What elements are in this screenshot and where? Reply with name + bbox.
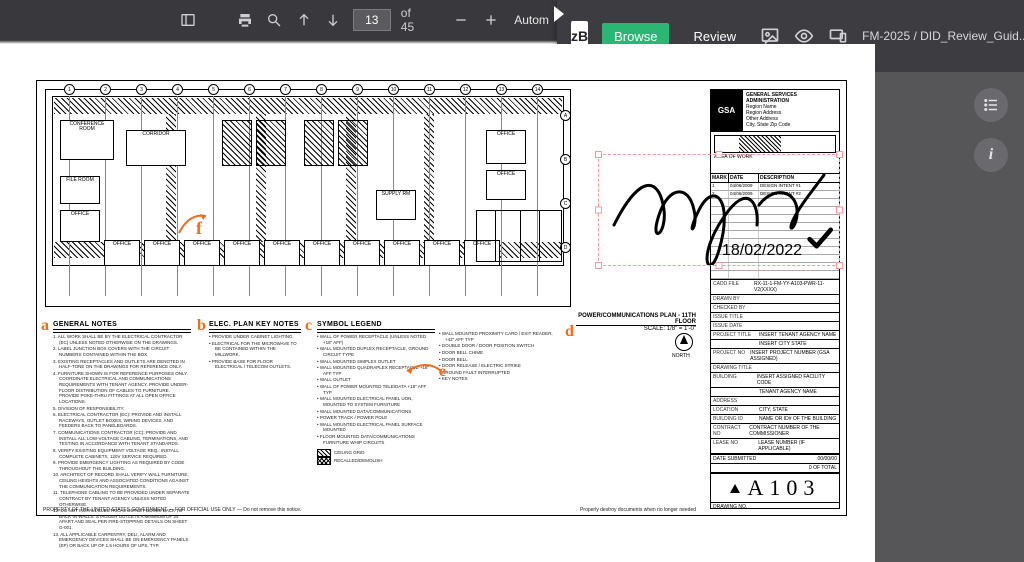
floor-plan: 1234567891011121314ABCD CONFERENCEROOM F… — [45, 89, 571, 307]
zoom-mode-label[interactable]: Autom — [514, 13, 549, 27]
signature-icon — [599, 155, 839, 265]
pdf-viewer-toolbar: of 45 Autom — [0, 0, 557, 40]
zoom-out-icon[interactable] — [451, 9, 470, 31]
signature-date: 18/02/2022 — [722, 242, 802, 260]
sheet-number: A103 — [711, 472, 839, 502]
general-notes-column: GENERAL NOTES 1. ALL WORK SHALL BE BY TH… — [53, 321, 191, 550]
callout-a: a — [41, 317, 49, 335]
page-up-icon[interactable] — [294, 9, 313, 31]
north-label: NORTH — [672, 353, 690, 359]
image-icon[interactable] — [760, 26, 780, 46]
page-number-input[interactable] — [353, 9, 391, 31]
checkmark-icon — [805, 224, 833, 257]
zoom-in-icon[interactable] — [481, 9, 500, 31]
print-icon[interactable] — [235, 9, 254, 31]
visibility-icon[interactable] — [794, 26, 814, 46]
signature-annotation[interactable] — [598, 154, 840, 266]
document-title[interactable]: FM-2025 / DID_Review_Guid... — [862, 29, 1024, 43]
right-side-panel: i — [875, 72, 1024, 562]
symbol-legend-right: • WALL MOUNTED PROXIMITY CARD / EXIT REA… — [439, 331, 559, 383]
north-arrow-icon — [675, 333, 693, 351]
expand-handle-icon[interactable] — [554, 6, 564, 22]
keynotes-column: ELEC. PLAN KEY NOTES • PROVIDE UNDER CAB… — [209, 321, 301, 371]
page-total-label: of 45 — [401, 6, 425, 34]
page-down-icon[interactable] — [323, 9, 342, 31]
device-icon[interactable] — [828, 26, 848, 46]
plan-title-block: POWER/COMMUNICATIONS PLAN - 11TH FLOOR S… — [576, 313, 696, 332]
outline-fab-icon[interactable] — [974, 88, 1008, 122]
title-block: GSA GENERAL SERVICES ADMINISTRATIONRegio… — [710, 89, 840, 509]
callout-c: c — [305, 317, 312, 335]
sheet-footer: PROPERTY OF THE UNITED STATES GOVERNMENT… — [43, 507, 696, 513]
sidebar-toggle-icon[interactable] — [178, 9, 197, 31]
drawing-sheet: 1234567891011121314ABCD CONFERENCEROOM F… — [36, 80, 847, 516]
document-viewport[interactable]: 1234567891011121314ABCD CONFERENCEROOM F… — [0, 44, 875, 562]
callout-d: d — [565, 323, 574, 341]
search-icon[interactable] — [265, 9, 284, 31]
callout-b: b — [197, 317, 206, 335]
symbol-legend-left: SYMBOL LEGEND • WALL OF POWER RECEPTACLE… — [317, 321, 435, 465]
agency-logo: GSA — [711, 90, 743, 131]
info-fab-icon[interactable]: i — [974, 138, 1008, 172]
